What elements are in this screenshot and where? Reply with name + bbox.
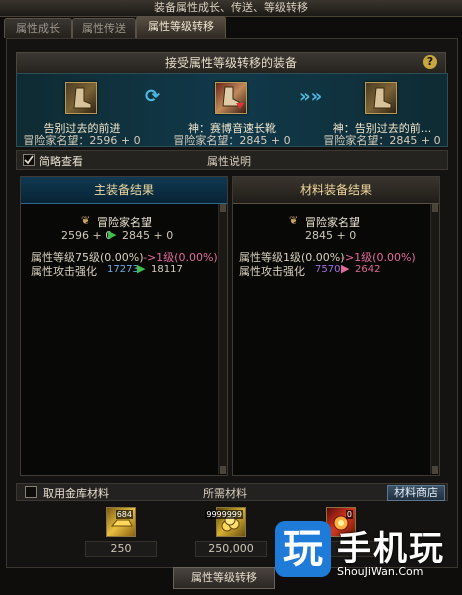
options-bar: 简略查看 属性说明 [16,150,448,170]
forward-arrows-icon: »» [299,86,323,107]
watermark: 玩 手机玩 ShouJiWan.Com [275,515,462,595]
source-item-fame: 冒险家名望：2596 + 0 [23,134,141,147]
gold-bar-count: 684 [115,510,133,519]
material-level-to: ->1级(0.00%) [341,251,416,264]
watermark-sub: ShouJiWan.Com [337,565,424,578]
help-icon[interactable]: ? [423,55,437,69]
level-transfer-button[interactable]: 属性等级转移 [173,567,275,589]
main-result-panel: 主装备结果 ❦ 冒险家名望 2596 + 0 ▶ 2845 + 0 属性等级75… [20,176,228,476]
brief-view-checkbox[interactable] [23,154,35,166]
source-item-slot[interactable] [65,82,97,114]
main-fame-from: 2596 + 0 [61,229,113,242]
required-materials-label: 所需材料 [203,487,247,500]
material-result-panel: 材料装备结果 ❦ 冒险家名望 2845 + 0 属性等级1级(0.00%) ->… [232,176,440,476]
main-scrollbar[interactable] [218,204,227,474]
fame-icon: ❦ [289,214,299,227]
main-level-to: ->1级(0.00%) [143,251,218,264]
tab-level-transfer[interactable]: 属性等级转移 [136,16,226,38]
arrow-right-icon: ▶ [108,228,117,241]
target-item-fame: 冒险家名望：2845 + 0 [173,134,291,147]
result-item-fame: 冒险家名望：2845 + 0 [323,134,441,147]
boot-down-icon [222,86,244,109]
transfer-banner: ⟳ »» 告别过去的前进 冒险家名望：2596 + 0 神：赛博音速长靴 冒险家… [16,73,448,147]
gold-coins-qty: 250,000 [195,541,267,557]
material-slot-gold-bar[interactable]: 684 [106,507,136,537]
main-result-title: 主装备结果 [21,177,227,204]
use-vault-label[interactable]: 取用金库材料 [43,485,109,501]
gold-bar-qty: 250 [85,541,157,557]
tab-attribute-transfer[interactable]: 属性传送 [72,18,136,38]
arrow-right-icon: ▶ [137,262,146,275]
main-attack-to: 18117 [151,264,183,275]
material-attack-from: 7570 [315,264,341,275]
boot-icon [373,87,392,109]
gold-coins-count: 9999999 [205,510,243,519]
section-header-title: 接受属性等级转移的装备 [164,56,297,70]
material-attack-label: 属性攻击强化 [239,265,305,278]
fame-icon: ❦ [81,214,91,227]
watermark-logo: 玩 [275,521,331,577]
material-result-title: 材料装备结果 [233,177,439,204]
window-title: 装备属性成长、传送、等级转移 [0,0,462,17]
material-scrollbar[interactable] [430,204,439,474]
main-fame-to: 2845 + 0 [122,229,174,242]
target-item-slot[interactable] [215,82,247,114]
arrow-right-icon: ▶ [341,262,350,275]
boot-icon [73,87,92,109]
material-attack-to: 2642 [355,264,381,275]
use-vault-checkbox[interactable] [25,486,37,498]
material-fame-label: 冒险家名望 [305,216,360,229]
main-fame-label: 冒险家名望 [97,216,152,229]
material-shop-button[interactable]: 材料商店 [387,485,445,501]
checkmark-icon [24,155,34,165]
section-header: 接受属性等级转移的装备 ? [16,52,446,74]
material-fame-value: 2845 + 0 [305,229,357,242]
cycle-icon: ⟳ [145,86,161,107]
attribute-description-title: 属性说明 [207,155,251,168]
material-slot-gold-coins[interactable]: 9999999 [205,507,246,537]
materials-bar: 取用金库材料 所需材料 材料商店 [16,483,448,501]
main-attack-label: 属性攻击强化 [31,265,97,278]
main-attack-from: 17273 [107,264,139,275]
result-item-slot[interactable] [365,82,397,114]
brief-view-label[interactable]: 简略查看 [39,153,83,169]
watermark-text: 手机玩 [337,529,445,569]
tab-attribute-growth[interactable]: 属性成长 [4,18,72,38]
